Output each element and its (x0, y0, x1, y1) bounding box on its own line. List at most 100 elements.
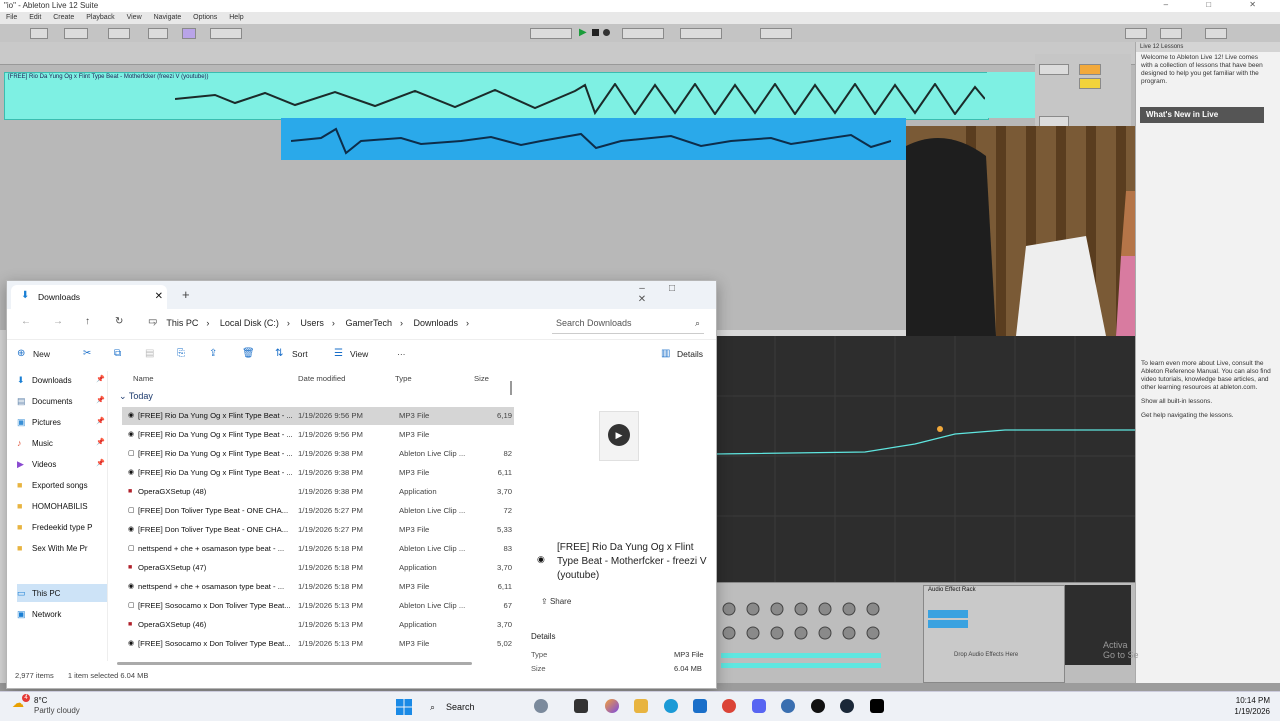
file-row[interactable]: ▢ nettspend + che + osamason type beat - … (122, 540, 514, 558)
lessons-show-all-link[interactable]: Show all built-in lessons. (1141, 398, 1273, 406)
file-row[interactable]: ◉ [FREE] Don Toliver Type Beat - ONE CHA.… (122, 521, 514, 539)
edge-icon[interactable] (664, 699, 678, 713)
search-input[interactable]: Search Downloads ⌕ (552, 313, 704, 334)
rename-icon[interactable]: ⎘ (177, 348, 185, 359)
rack-drop-zone[interactable]: Drop Audio Effects Here (954, 652, 1018, 658)
file-row[interactable]: ■ OperaGXSetup (48) 1/19/2026 9:38 PM Appli… (122, 483, 514, 501)
details-button[interactable]: Details (677, 349, 703, 359)
nav-item-exported-songs[interactable]: ■ Exported songs (17, 476, 107, 494)
menu-options[interactable]: Options (193, 14, 217, 21)
nav-item-sex-with-me[interactable]: ■ Sex With Me Pr (17, 539, 107, 557)
horizontal-scrollbar[interactable] (117, 662, 472, 665)
settings-gear-icon[interactable] (781, 699, 795, 713)
file-row[interactable]: ◉ [FREE] Sosocamo x Don Toliver Type Beat… (122, 635, 514, 653)
file-row[interactable]: ■ OperaGXSetup (47) 1/19/2026 5:18 PM Appli… (122, 559, 514, 577)
file-row[interactable]: ▢ [FREE] Sosocamo x Don Toliver Type Beat… (122, 597, 514, 615)
nav-item-videos[interactable]: ▶ Videos 📌 (17, 455, 107, 473)
rack-chain-2[interactable] (928, 620, 968, 628)
audio-clip-vocal[interactable] (281, 118, 906, 160)
close-icon[interactable]: ✕ (627, 294, 657, 305)
breadcrumb-gamertech[interactable]: GamerTech (345, 318, 392, 328)
forward-icon[interactable]: → (53, 316, 63, 327)
view-button[interactable]: View (350, 349, 368, 359)
play-icon[interactable]: ▶ (608, 424, 630, 446)
group-header-today[interactable]: ⌄ Today (119, 391, 153, 402)
audio-clip-rio-da-yung[interactable]: [FREE] Rio Da Yung Og x Flint Type Beat … (4, 72, 989, 120)
nav-item-fredeekid[interactable]: ■ Fredeekid type P (17, 518, 107, 536)
paste-icon[interactable]: ▤ (145, 348, 154, 359)
file-row[interactable]: ▢ [FREE] Rio Da Yung Og x Flint Type Beat… (122, 445, 514, 463)
nav-item-music[interactable]: ♪ Music 📌 (17, 434, 107, 452)
discord-icon[interactable] (752, 699, 766, 713)
copy-icon[interactable]: ⧉ (114, 348, 121, 359)
file-row[interactable]: ◉ [FREE] Rio Da Yung Og x Flint Type Beat… (122, 426, 514, 444)
key-map-toggle[interactable] (1125, 28, 1147, 39)
copilot-people-icon[interactable] (534, 699, 548, 713)
stop-button[interactable] (592, 29, 599, 36)
nav-item-network[interactable]: ▣ Network (17, 605, 107, 623)
nav-item-documents[interactable]: ▤ Documents 📌 (17, 392, 107, 410)
share-button[interactable]: ⇪ Share (541, 597, 571, 606)
record-button[interactable] (603, 29, 610, 36)
arrangement-position-field[interactable] (530, 28, 572, 39)
chrome-icon[interactable] (722, 699, 736, 713)
automation-controls[interactable] (622, 28, 664, 39)
cut-icon[interactable]: ✂ (83, 348, 91, 359)
breadcrumb-users[interactable]: Users (300, 318, 324, 328)
loop-length-field[interactable] (760, 28, 792, 39)
taskbar-search[interactable]: ⌕ Search (428, 697, 548, 717)
tempo-field[interactable] (64, 28, 88, 39)
minimize-icon[interactable]: – (627, 283, 657, 294)
maximize-icon[interactable]: □ (657, 283, 687, 294)
system-clock[interactable]: 10:14 PM 1/19/2026 (1234, 695, 1270, 717)
new-tab-button[interactable]: + (182, 285, 190, 305)
nav-item-downloads[interactable]: ⬇ Downloads 📌 (17, 371, 107, 389)
breadcrumb[interactable]: › This PC › Local Disk (C:) › Users › Gamer… (153, 315, 523, 331)
refresh-icon[interactable]: ↻ (115, 316, 123, 327)
nav-item-this-pc[interactable]: ▭ This PC (17, 584, 107, 602)
menu-edit[interactable]: Edit (29, 14, 41, 21)
task-view-icon[interactable] (574, 699, 588, 713)
scale-toggle[interactable] (182, 28, 196, 39)
play-button[interactable]: ▶ (579, 27, 587, 38)
menu-navigate[interactable]: Navigate (154, 14, 182, 21)
clip-automation-view[interactable] (715, 336, 1135, 582)
quantize-menu[interactable] (148, 28, 168, 39)
new-button[interactable]: New (33, 349, 50, 359)
share-icon[interactable]: ⇪ (209, 348, 217, 359)
lessons-help-link[interactable]: Get help navigating the lessons. (1141, 412, 1273, 420)
close-tab-icon[interactable]: ✕ (155, 285, 163, 309)
menu-create[interactable]: Create (53, 14, 74, 21)
copilot-icon[interactable] (605, 699, 619, 713)
lessons-reference-text[interactable]: To learn even more about Live, consult t… (1141, 360, 1273, 392)
breadcrumb-downloads[interactable]: Downloads (413, 318, 458, 328)
tab-downloads[interactable]: ⬇ Downloads ✕ (11, 285, 167, 309)
sort-button[interactable]: Sort (292, 349, 308, 359)
capcut-icon[interactable] (811, 699, 825, 713)
file-row[interactable]: ◉ [FREE] Rio Da Yung Og x Flint Type Beat… (122, 464, 514, 482)
track-1-header[interactable] (987, 72, 1035, 118)
track-solo[interactable] (1079, 78, 1101, 89)
breadcrumb-this-pc[interactable]: This PC (166, 318, 198, 328)
track-input-select[interactable] (1039, 64, 1069, 75)
file-list-scrollbar[interactable] (510, 381, 512, 395)
ableton-window-controls[interactable]: – □ ✕ (1164, 0, 1274, 9)
time-signature-field[interactable] (108, 28, 130, 39)
column-type[interactable]: Type (395, 371, 412, 387)
nav-item-homohabilis[interactable]: ■ HOMOHABILIS (17, 497, 107, 515)
column-date-modified[interactable]: Date modified (298, 371, 345, 387)
nav-item-pictures[interactable]: ▣ Pictures 📌 (17, 413, 107, 431)
file-row[interactable]: ◉ nettspend + che + osamason type beat - … (122, 578, 514, 596)
file-row[interactable]: ▢ [FREE] Don Toliver Type Beat - ONE CHA.… (122, 502, 514, 520)
automation-breakpoint[interactable] (937, 426, 943, 432)
delete-icon[interactable]: 🗑 (242, 348, 255, 359)
file-row[interactable]: ◉ [FREE] Rio Da Yung Og x Flint Type Beat… (122, 407, 514, 425)
audio-effect-rack[interactable]: Audio Effect Rack Drop Audio Effects Her… (923, 585, 1065, 683)
rack-chain-1[interactable] (928, 610, 968, 618)
windows-start-icon[interactable] (396, 699, 412, 715)
file-row[interactable]: ■ OperaGXSetup (46) 1/19/2026 5:13 PM Appli… (122, 616, 514, 634)
loop-start-field[interactable] (680, 28, 722, 39)
menu-playback[interactable]: Playback (86, 14, 114, 21)
column-name[interactable]: Name (133, 371, 154, 387)
track-activator[interactable] (1079, 64, 1101, 75)
